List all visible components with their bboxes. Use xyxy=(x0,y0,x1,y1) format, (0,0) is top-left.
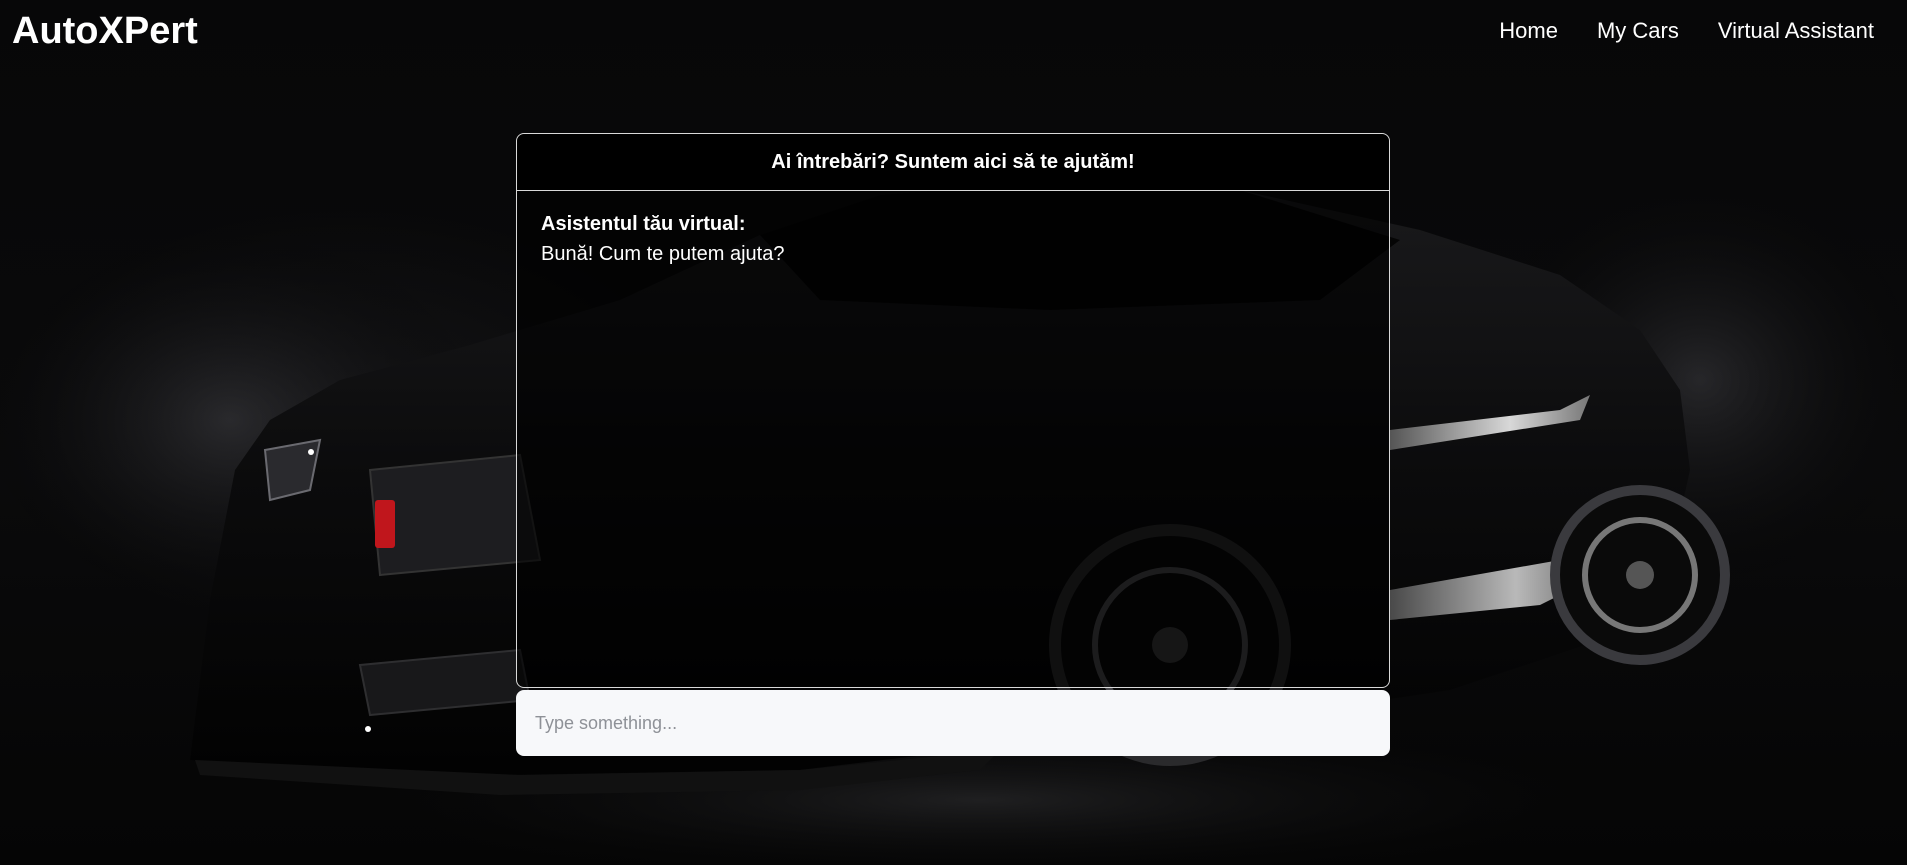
message-sender: Asistentul tău virtual: xyxy=(541,213,746,235)
main-nav: Home My Cars Virtual Assistant xyxy=(1499,14,1874,48)
message-text: Bună! Cum te putem ajuta? xyxy=(541,243,785,265)
chat-message: Asistentul tău virtual: Bună! Cum te put… xyxy=(541,209,1365,269)
page: AutoXPert Home My Cars Virtual Assistant… xyxy=(0,0,1907,865)
chat-messages: Asistentul tău virtual: Bună! Cum te put… xyxy=(517,191,1389,287)
chat-title: Ai întrebări? Suntem aici să te ajutăm! xyxy=(517,134,1389,191)
chat-panel: Ai întrebări? Suntem aici să te ajutăm! … xyxy=(516,133,1390,688)
nav-link-my-cars[interactable]: My Cars xyxy=(1597,14,1679,48)
site-logo[interactable]: AutoXPert xyxy=(12,8,198,54)
nav-link-virtual-assistant[interactable]: Virtual Assistant xyxy=(1718,14,1874,48)
chat-message-input[interactable] xyxy=(516,690,1390,756)
site-header: AutoXPert Home My Cars Virtual Assistant xyxy=(0,0,1907,62)
nav-link-home[interactable]: Home xyxy=(1499,14,1558,48)
